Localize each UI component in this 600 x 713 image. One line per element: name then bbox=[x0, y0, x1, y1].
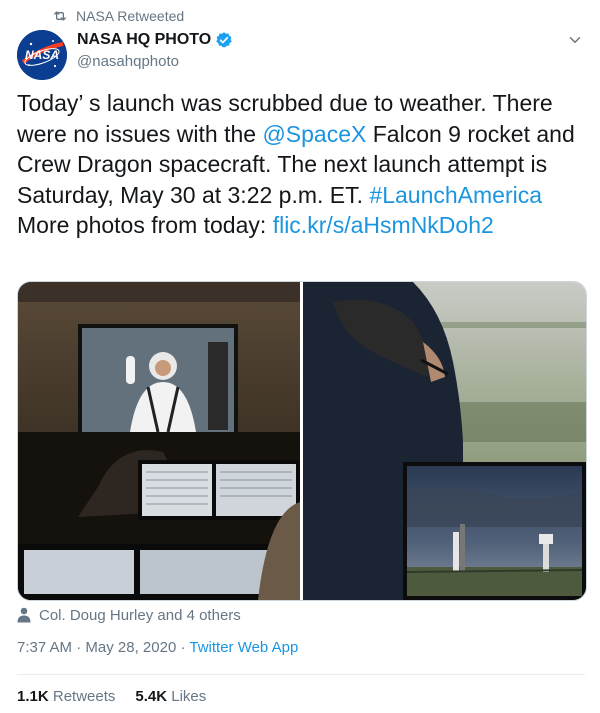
verified-badge-icon bbox=[216, 32, 232, 48]
photo-control-room[interactable] bbox=[18, 282, 300, 600]
retweets-label: Retweets bbox=[52, 688, 116, 705]
avatar[interactable]: NASA bbox=[17, 30, 67, 80]
mention-link[interactable]: @SpaceX bbox=[262, 121, 366, 147]
tweet-date[interactable]: May 28, 2020 bbox=[85, 639, 176, 656]
engagement-stats: 1.1K Retweets 5.4K Likes bbox=[17, 688, 206, 705]
nasa-logo-icon: NASA bbox=[17, 30, 67, 80]
photo-launch-pad[interactable] bbox=[303, 282, 586, 600]
tweet-meta: 7:37 AM · May 28, 2020 · Twitter Web App bbox=[17, 639, 298, 659]
tweet-text: Today’ s launch was scrubbed due to weat… bbox=[17, 88, 592, 241]
retweets-stat[interactable]: 1.1K Retweets bbox=[17, 688, 115, 705]
author-name[interactable]: NASA HQ PHOTO bbox=[77, 31, 211, 49]
url-link[interactable]: flic.kr/s/aHsmNkDoh2 bbox=[273, 212, 494, 238]
author-name-row[interactable]: NASA HQ PHOTO bbox=[77, 30, 233, 50]
chevron-down-icon[interactable] bbox=[566, 31, 584, 49]
likes-stat[interactable]: 5.4K Likes bbox=[135, 688, 206, 705]
nasa-logo-text: NASA bbox=[25, 48, 59, 62]
tweet-time[interactable]: 7:37 AM bbox=[17, 639, 72, 656]
person-icon bbox=[17, 607, 31, 623]
meta-separator: · bbox=[72, 639, 86, 656]
retweet-label[interactable]: NASA Retweeted bbox=[76, 8, 184, 24]
likes-count: 5.4K bbox=[135, 688, 168, 705]
meta-separator: · bbox=[176, 639, 190, 656]
retweet-icon bbox=[54, 11, 66, 21]
tagged-users[interactable]: Col. Doug Hurley and 4 others bbox=[17, 605, 241, 625]
hashtag-link[interactable]: #LaunchAmerica bbox=[369, 182, 542, 208]
likes-label: Likes bbox=[171, 688, 207, 705]
tagged-label[interactable]: Col. Doug Hurley and 4 others bbox=[39, 607, 241, 624]
source-app[interactable]: Twitter Web App bbox=[189, 639, 298, 656]
author-handle[interactable]: @nasahqphoto bbox=[77, 53, 233, 70]
divider bbox=[17, 674, 585, 675]
media-grid bbox=[17, 281, 587, 601]
retweet-header: NASA Retweeted bbox=[52, 6, 184, 26]
retweets-count: 1.1K bbox=[17, 688, 49, 705]
tweet-text-part: More photos from today: bbox=[17, 212, 273, 238]
